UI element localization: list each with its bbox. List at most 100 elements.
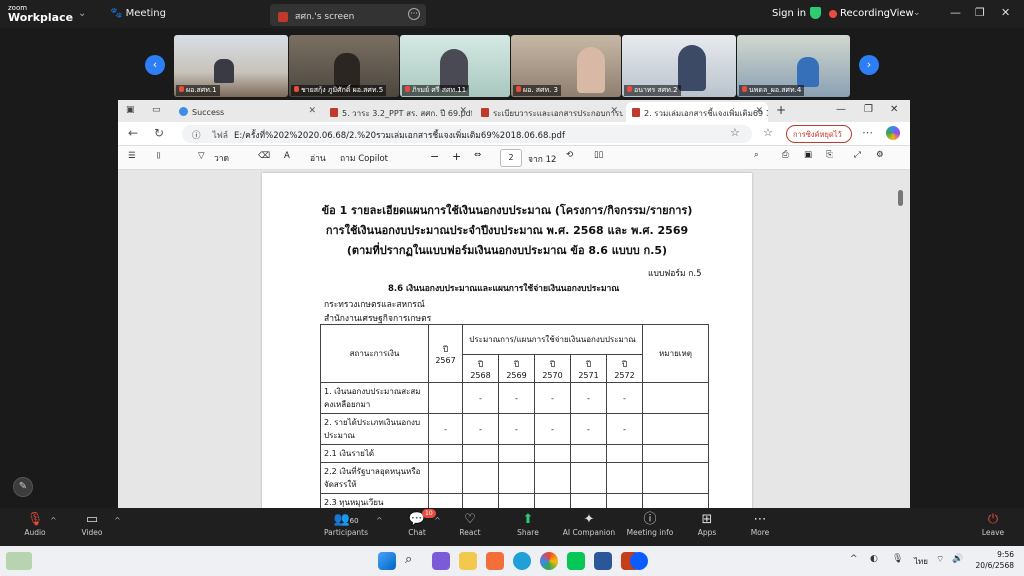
tab-actions-icon[interactable]: ▣ <box>126 105 135 115</box>
highlight-icon[interactable]: ⌷ <box>156 151 161 161</box>
refresh-icon[interactable]: ↻ <box>154 126 164 140</box>
chevron-up-icon[interactable]: ^ <box>850 554 858 564</box>
new-tab-icon[interactable]: + <box>776 103 786 117</box>
favorites-icon[interactable]: ☆ <box>763 126 773 139</box>
sync-paused-button[interactable]: การซิงค์หยุดไว้ <box>786 125 852 143</box>
thumbnails-prev-button[interactable]: ‹ <box>145 55 165 75</box>
participant-video[interactable]: ภิรมย์ ศรี สศท.11 <box>400 35 510 97</box>
participant-video[interactable]: นพดล_ผอ.สศท.4 <box>737 35 850 97</box>
minimize-icon[interactable]: — <box>950 6 961 19</box>
chevron-up-icon[interactable]: ^ <box>114 516 121 525</box>
system-clock[interactable]: 9:56 20/6/2568 <box>974 549 1014 571</box>
close-icon[interactable]: ✕ <box>1001 6 1010 19</box>
search-icon[interactable]: ⌕ <box>405 552 412 567</box>
participant-video[interactable]: ชายสกุ้ง ภูมิศักดิ์ ผอ.สศท.5 <box>289 35 399 97</box>
line-app-icon[interactable] <box>567 552 585 570</box>
mic-muted-icon <box>405 86 410 92</box>
copilot-icon[interactable] <box>886 126 900 140</box>
back-icon[interactable]: ← <box>128 126 138 140</box>
draw-icon[interactable]: ▽ <box>198 151 205 161</box>
shield-icon[interactable] <box>810 7 821 19</box>
zoom-out-icon[interactable]: − <box>430 150 439 163</box>
copilot-app-icon[interactable] <box>432 552 450 570</box>
mic-icon[interactable]: 🎙 <box>892 554 903 564</box>
settings-gear-icon[interactable]: ⚙ <box>876 150 884 160</box>
text-icon[interactable]: A <box>284 151 290 161</box>
erase-icon[interactable]: ⌫ <box>258 151 270 161</box>
thumbnails-next-button[interactable]: › <box>859 55 879 75</box>
mic-muted-icon <box>516 86 521 92</box>
meeting-tab[interactable]: 🐾 Meeting <box>110 8 166 19</box>
leave-button[interactable]: ⏻ Leave <box>958 512 1024 537</box>
widgets-icon[interactable] <box>6 552 32 570</box>
more-options-icon[interactable]: ··· <box>408 8 420 20</box>
more-options-icon[interactable]: ⋯ <box>862 126 873 139</box>
sign-in-button[interactable]: Sign in <box>772 8 806 19</box>
restore-icon[interactable]: ❐ <box>975 6 985 19</box>
minimize-icon[interactable]: — <box>836 104 846 115</box>
page-number-input[interactable]: 2 <box>500 149 522 167</box>
rotate-icon[interactable]: ⟲ <box>566 150 573 160</box>
network-icon[interactable]: ◐ <box>870 554 878 564</box>
cell-value <box>462 444 499 463</box>
print-icon[interactable]: ⎙ <box>782 150 789 160</box>
ask-copilot-button[interactable]: ถาม Copilot <box>340 151 388 165</box>
page-view-icon[interactable]: ▯▯ <box>594 150 603 160</box>
close-tab-icon[interactable]: ✕ <box>308 106 316 116</box>
view-button[interactable]: View <box>890 8 914 19</box>
restore-icon[interactable]: ❐ <box>864 104 873 115</box>
fit-page-icon[interactable]: ⇔ <box>474 150 481 160</box>
file-explorer-icon[interactable] <box>459 552 477 570</box>
browser-tab[interactable]: ระเบียบวาระและเอกสารประกอบการประชุมฯ✕ <box>475 102 623 122</box>
read-aloud-button[interactable]: อ่าน <box>310 151 326 165</box>
browser-tab[interactable]: 5. วาระ 3.2_PPT สร. สศก. ปี 69.pdf ✕ <box>324 102 472 122</box>
windows-start-icon[interactable] <box>378 552 396 570</box>
pdf-viewer[interactable]: ข้อ 1 รายละเอียดแผนการใช้เงินนอกงบประมาณ… <box>118 170 910 508</box>
recording-label[interactable]: Recording <box>840 8 890 19</box>
save-icon[interactable]: ▣ <box>804 150 812 160</box>
row-label: 2. รายได้ประเภทเงินนอกงบประมาณ <box>320 413 429 445</box>
draw-button[interactable]: วาด <box>214 151 229 165</box>
close-tab-icon[interactable]: ✕ <box>459 106 467 116</box>
save-as-icon[interactable]: ⎘ <box>826 150 833 160</box>
close-icon[interactable]: ✕ <box>890 104 898 115</box>
expand-icon[interactable]: ⤢ <box>854 150 861 160</box>
zoom-in-icon[interactable]: + <box>452 150 461 163</box>
participant-video[interactable]: ผอ. สศท. 3 <box>511 35 621 97</box>
cell-remark <box>642 462 709 494</box>
url-field[interactable]: ⓘ ไฟล์ E:/ครั้งที่%202%2020.06.68/2.%20รวม… <box>182 125 752 143</box>
language-indicator[interactable]: ไทย <box>914 555 928 568</box>
volume-icon[interactable]: 🔊 <box>952 554 963 564</box>
screen-share-tab[interactable]: สศก.'s screen ··· <box>270 4 426 26</box>
participant-video[interactable]: ผอ.สศท.1 <box>174 35 288 97</box>
participant-figure <box>214 59 234 83</box>
favorite-star-icon[interactable]: ☆ <box>730 126 740 139</box>
annotate-pencil-button[interactable]: ✎ <box>13 477 33 497</box>
edge-browser-icon[interactable] <box>513 552 531 570</box>
more-button[interactable]: ⋯ More <box>725 512 795 537</box>
chrome-icon[interactable] <box>540 552 558 570</box>
tab-groups-icon[interactable]: ▭ <box>152 105 161 115</box>
participants-button[interactable]: 👥60 Participants <box>311 512 381 537</box>
browser-tab-active[interactable]: 2. รวมเล่มเอกสารชี้แจงเพิ่มเติม69 18.06.… <box>626 102 768 122</box>
info-icon[interactable]: ⓘ <box>192 131 201 141</box>
search-icon[interactable]: ⌕ <box>754 150 759 160</box>
browser-tab-bar: ▣ ▭ Success ✕ 5. วาระ 3.2_PPT สร. สศก. ปี… <box>118 100 910 122</box>
browser-tab[interactable]: Success ✕ <box>173 102 321 122</box>
close-tab-icon[interactable]: ✕ <box>610 106 618 116</box>
close-tab-icon[interactable]: ✕ <box>755 106 763 116</box>
chevron-down-icon[interactable]: ⌄ <box>913 8 921 18</box>
wifi-icon[interactable]: ⌔ <box>936 554 944 565</box>
scrollbar-thumb[interactable] <box>898 190 903 206</box>
chevron-down-icon[interactable]: ⌄ <box>78 8 86 19</box>
ai-companion-button[interactable]: ✦ AI Companion <box>554 512 624 537</box>
cell-value: - <box>570 413 607 445</box>
budget-table: สถานะการเงิน ปี 2567 ประมาณการ/แผนการใช้จ… <box>320 324 709 508</box>
share-button[interactable]: ⬆ Share <box>493 512 563 537</box>
chevron-up-icon[interactable]: ^ <box>50 516 57 525</box>
zoom-app-icon[interactable] <box>630 552 648 570</box>
store-icon[interactable] <box>486 552 504 570</box>
participant-video[interactable]: อนาทร สศท.2 <box>622 35 736 97</box>
contents-icon[interactable]: ☰ <box>128 151 136 161</box>
word-icon[interactable] <box>594 552 612 570</box>
